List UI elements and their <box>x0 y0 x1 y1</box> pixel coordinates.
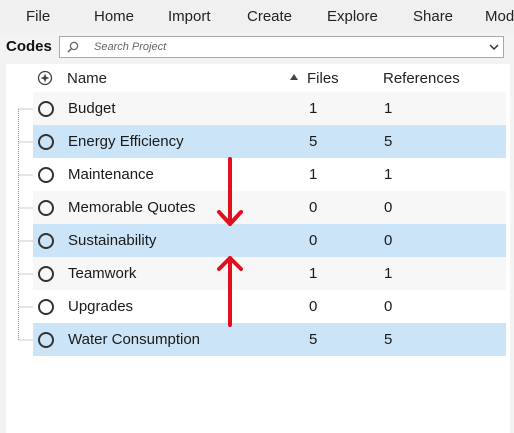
code-files: 5 <box>309 331 318 348</box>
code-references: 5 <box>384 331 393 348</box>
menu-bar: File Home Import Create Explore Share Mo… <box>0 0 514 33</box>
code-files: 1 <box>309 100 318 117</box>
table-row[interactable]: Sustainability 0 0 <box>33 224 506 257</box>
menu-file[interactable]: File <box>26 8 50 25</box>
codes-header: Codes <box>0 33 514 63</box>
sort-ascending-icon[interactable] <box>289 73 299 81</box>
code-files: 0 <box>309 199 318 216</box>
code-references: 0 <box>384 199 393 216</box>
code-files: 1 <box>309 265 318 282</box>
table-row[interactable]: Memorable Quotes 0 0 <box>33 191 506 224</box>
table-row[interactable]: Maintenance 1 1 <box>33 158 506 191</box>
code-name: Upgrades <box>68 298 134 315</box>
code-references: 5 <box>384 133 393 150</box>
code-name: Sustainability <box>68 232 157 249</box>
codes-grid: Name Files References Budget 1 1 Energy … <box>6 64 510 433</box>
search-input[interactable] <box>94 38 474 56</box>
row-radio[interactable] <box>38 299 54 315</box>
row-radio[interactable] <box>38 332 54 348</box>
code-references: 0 <box>384 232 393 249</box>
menu-create[interactable]: Create <box>247 8 292 25</box>
row-radio[interactable] <box>38 134 54 150</box>
row-radio[interactable] <box>38 167 54 183</box>
menu-explore[interactable]: Explore <box>327 8 378 25</box>
row-radio[interactable] <box>38 266 54 282</box>
menu-modules[interactable]: Mod <box>485 8 514 25</box>
grid-header: Name Files References <box>6 64 510 92</box>
code-files: 0 <box>309 232 318 249</box>
code-files: 5 <box>309 133 318 150</box>
code-references: 1 <box>384 265 393 282</box>
row-radio[interactable] <box>38 200 54 216</box>
code-name: Budget <box>68 100 116 117</box>
column-header-references[interactable]: References <box>383 70 460 87</box>
code-name: Memorable Quotes <box>68 199 196 216</box>
table-row[interactable]: Energy Efficiency 5 5 <box>33 125 506 158</box>
column-header-name[interactable]: Name <box>67 70 107 87</box>
row-radio[interactable] <box>38 233 54 249</box>
select-all-icon[interactable] <box>37 70 53 86</box>
code-name: Water Consumption <box>68 331 200 348</box>
table-row[interactable]: Upgrades 0 0 <box>33 290 506 323</box>
search-icon <box>67 41 79 53</box>
code-files: 0 <box>309 298 318 315</box>
menu-import[interactable]: Import <box>168 8 211 25</box>
menu-home[interactable]: Home <box>94 8 134 25</box>
code-name: Energy Efficiency <box>68 133 184 150</box>
column-header-files[interactable]: Files <box>307 70 339 87</box>
table-row[interactable]: Teamwork 1 1 <box>33 257 506 290</box>
table-row[interactable]: Water Consumption 5 5 <box>33 323 506 356</box>
codes-title: Codes <box>6 38 52 55</box>
row-radio[interactable] <box>38 101 54 117</box>
code-files: 1 <box>309 166 318 183</box>
code-references: 1 <box>384 100 393 117</box>
code-references: 0 <box>384 298 393 315</box>
search-box[interactable] <box>59 36 504 58</box>
code-name: Maintenance <box>68 166 154 183</box>
menu-share[interactable]: Share <box>413 8 453 25</box>
code-references: 1 <box>384 166 393 183</box>
code-name: Teamwork <box>68 265 137 282</box>
chevron-down-icon[interactable] <box>488 41 500 53</box>
table-row[interactable]: Budget 1 1 <box>33 92 506 125</box>
